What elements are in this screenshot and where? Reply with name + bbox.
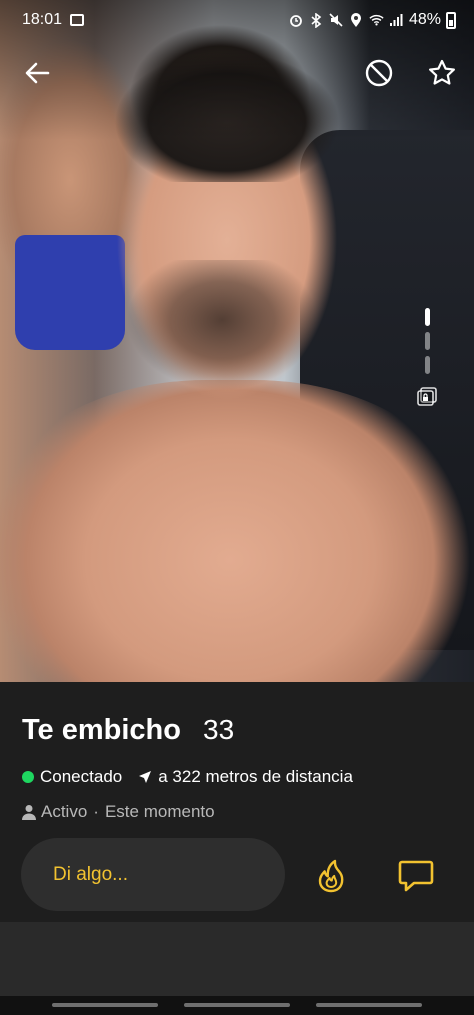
private-album-icon[interactable] bbox=[417, 386, 439, 406]
profile-info-panel: Te embicho 33 Conectado a 322 metros de … bbox=[0, 682, 474, 922]
nav-home-button[interactable] bbox=[184, 1003, 290, 1007]
profile-photo[interactable] bbox=[0, 0, 474, 682]
navigation-arrow-icon bbox=[139, 771, 152, 783]
wifi-icon bbox=[369, 13, 384, 28]
photo-pager-dot[interactable] bbox=[425, 356, 430, 374]
bluetooth-icon bbox=[309, 12, 324, 28]
gallery-icon bbox=[70, 14, 85, 26]
chat-bubble-icon bbox=[398, 860, 434, 892]
status-bar: 18:01 48% bbox=[0, 0, 474, 40]
distance: a 322 metros de distancia bbox=[158, 767, 353, 786]
activity-row: Activo · Este momento bbox=[22, 802, 215, 822]
location-icon bbox=[349, 12, 364, 28]
nav-back-button[interactable] bbox=[316, 1003, 422, 1007]
status-row: Conectado a 322 metros de distancia bbox=[22, 767, 353, 787]
arrow-left-icon bbox=[25, 62, 50, 84]
chat-button[interactable] bbox=[397, 858, 435, 894]
photo-background-shorts bbox=[15, 235, 125, 350]
mute-icon bbox=[329, 13, 344, 28]
online-dot-icon bbox=[22, 771, 34, 783]
message-placeholder: Di algo... bbox=[53, 863, 128, 885]
star-icon bbox=[429, 59, 455, 85]
separator-dot: · bbox=[93, 802, 99, 821]
battery-percent: 48% bbox=[408, 11, 441, 28]
block-icon bbox=[365, 59, 393, 87]
photo-pager-dot[interactable] bbox=[425, 332, 430, 350]
photo-pager[interactable] bbox=[423, 308, 433, 374]
message-input[interactable]: Di algo... bbox=[21, 838, 285, 911]
activity-time: Este momento bbox=[104, 802, 215, 821]
signal-icon bbox=[389, 13, 404, 28]
age: 33 bbox=[203, 714, 235, 745]
online-status: Conectado bbox=[40, 767, 123, 786]
person-icon bbox=[22, 805, 36, 820]
photo-pager-dot[interactable] bbox=[425, 308, 430, 326]
display-name: Te embicho bbox=[22, 714, 181, 746]
activity-label: Activo bbox=[41, 802, 88, 821]
back-button[interactable] bbox=[20, 56, 54, 90]
favorite-button[interactable] bbox=[425, 56, 459, 90]
alarm-icon bbox=[289, 13, 304, 28]
name-row: Te embicho 33 bbox=[22, 714, 234, 747]
flame-icon bbox=[318, 859, 344, 893]
nav-recents-button[interactable] bbox=[52, 1003, 158, 1007]
status-time: 18:01 bbox=[22, 11, 63, 28]
battery-icon bbox=[446, 11, 456, 29]
photo-torso bbox=[0, 380, 470, 682]
photo-beard bbox=[125, 260, 320, 410]
block-button[interactable] bbox=[362, 56, 396, 90]
tap-button[interactable] bbox=[313, 858, 349, 894]
status-icons: 48% bbox=[289, 11, 456, 29]
